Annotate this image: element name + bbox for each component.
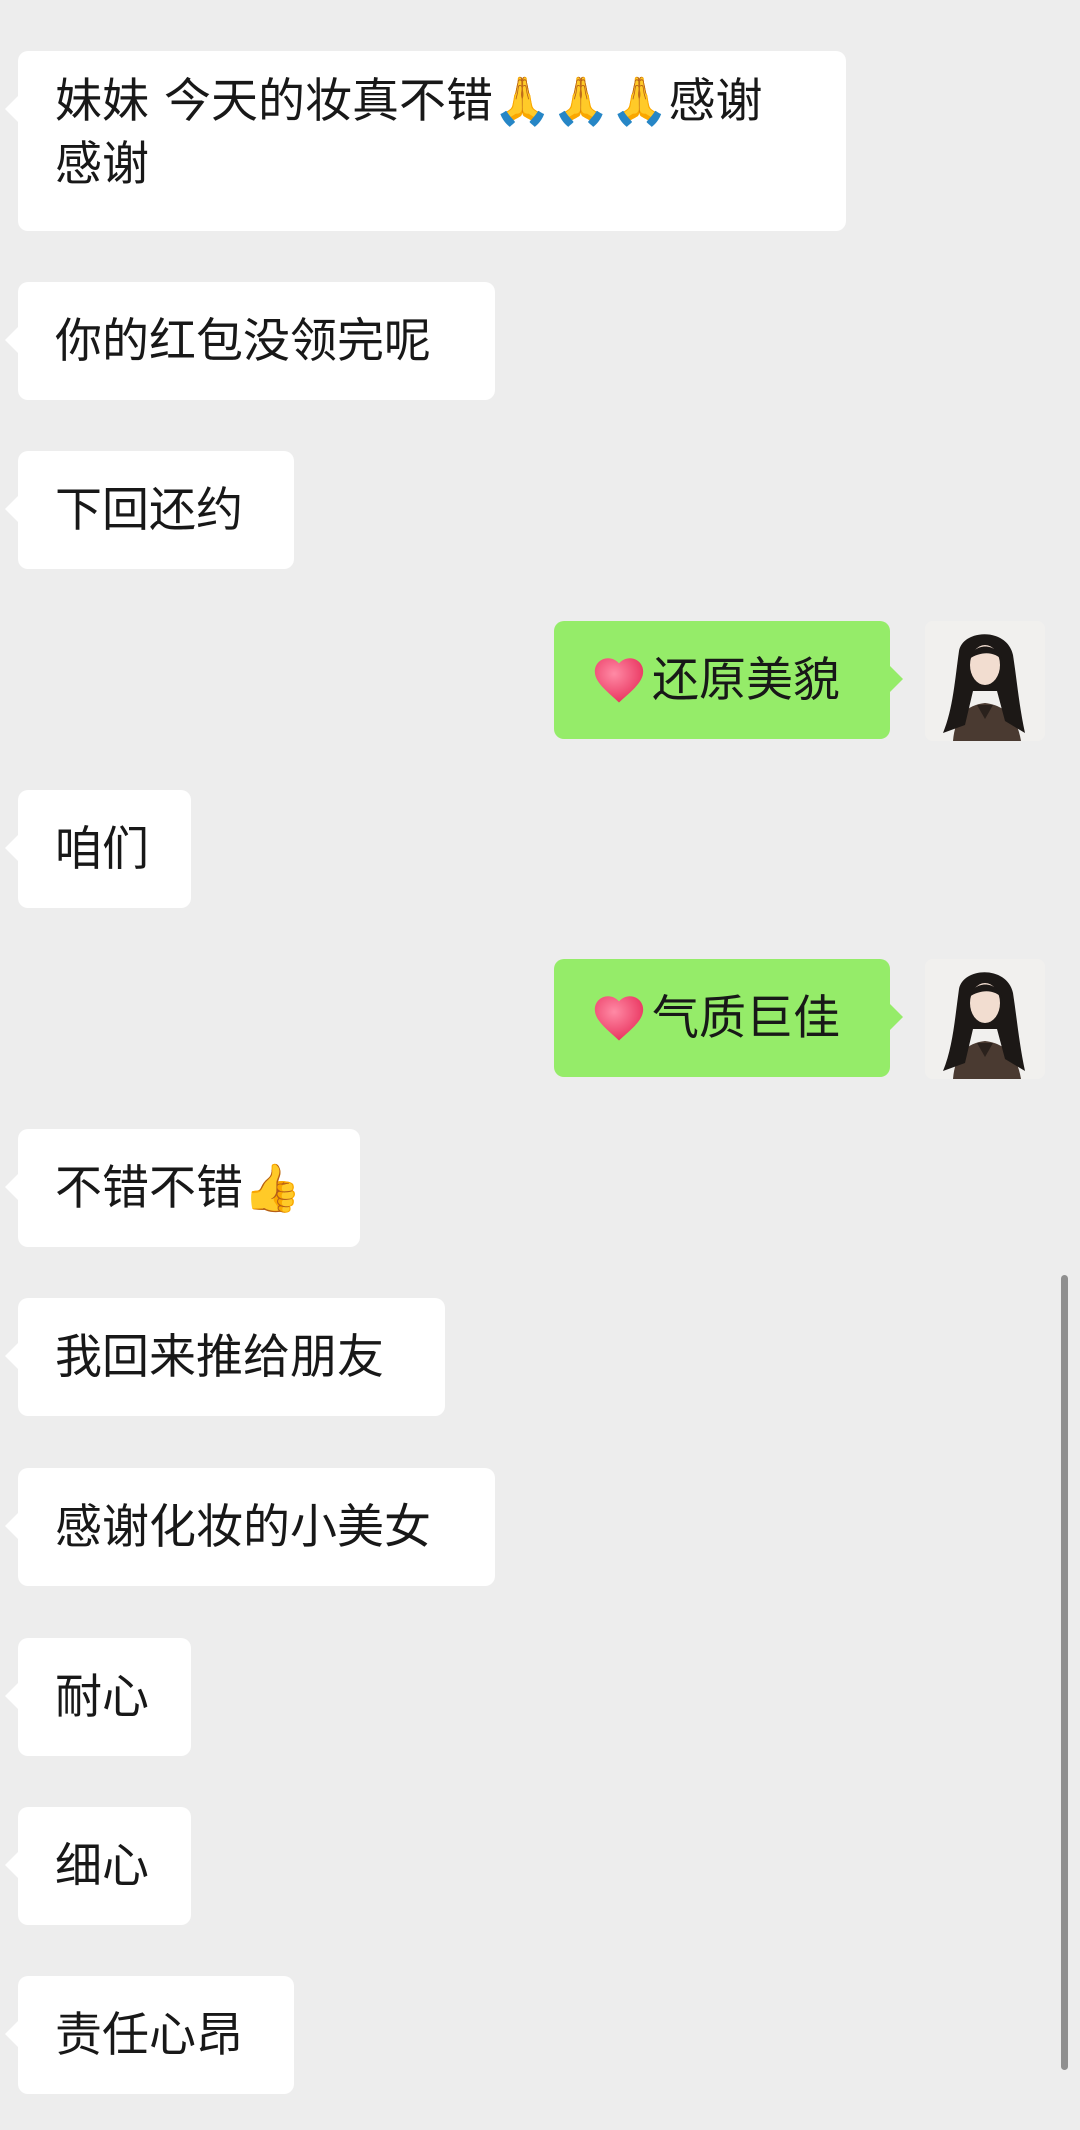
- scrollbar[interactable]: [1061, 1275, 1068, 2070]
- message-text: 细心: [55, 1838, 149, 1894]
- incoming-message-bubble[interactable]: 耐心: [5, 1638, 191, 1756]
- heart-icon: [594, 658, 644, 703]
- message-text: 咱们: [55, 821, 149, 877]
- message-text: 责任心昂: [55, 2007, 243, 2063]
- chat-area[interactable]: 妹妹 今天的妆真不错🙏🙏🙏感谢感谢 你的红包没领完呢 下回还约 还原美貌 咱们 …: [0, 0, 1080, 2130]
- incoming-message-bubble[interactable]: 我回来推给朋友: [5, 1298, 445, 1416]
- incoming-message-bubble[interactable]: 细心: [5, 1807, 191, 1925]
- message-text: 妹妹 今天的妆真不错🙏🙏🙏感谢感谢: [55, 74, 763, 192]
- message-text: 我回来推给朋友: [55, 1329, 384, 1385]
- incoming-message-bubble[interactable]: 责任心昂: [5, 1976, 294, 2094]
- avatar-image: [925, 621, 1045, 741]
- message-text: 你的红包没领完呢: [55, 313, 431, 369]
- incoming-message-bubble[interactable]: 妹妹 今天的妆真不错🙏🙏🙏感谢感谢: [5, 51, 846, 231]
- incoming-message-bubble[interactable]: 你的红包没领完呢: [5, 282, 495, 400]
- incoming-message-bubble[interactable]: 感谢化妆的小美女: [5, 1468, 495, 1586]
- incoming-message-bubble[interactable]: 下回还约: [5, 451, 294, 569]
- message-text: 下回还约: [55, 482, 243, 538]
- message-text: 不错不错👍: [55, 1160, 302, 1216]
- message-text: 耐心: [55, 1669, 149, 1725]
- outgoing-message-bubble[interactable]: 还原美貌: [554, 621, 903, 739]
- incoming-message-bubble[interactable]: 不错不错👍: [5, 1129, 360, 1247]
- user-avatar[interactable]: [925, 621, 1045, 741]
- avatar-image: [925, 959, 1045, 1079]
- message-text: 感谢化妆的小美女: [55, 1499, 431, 1555]
- incoming-message-bubble[interactable]: 咱们: [5, 790, 191, 908]
- heart-icon: [594, 996, 644, 1041]
- outgoing-message-bubble[interactable]: 气质巨佳: [554, 959, 903, 1077]
- user-avatar[interactable]: [925, 959, 1045, 1079]
- message-text: 气质巨佳: [652, 990, 840, 1046]
- message-text: 还原美貌: [652, 652, 840, 708]
